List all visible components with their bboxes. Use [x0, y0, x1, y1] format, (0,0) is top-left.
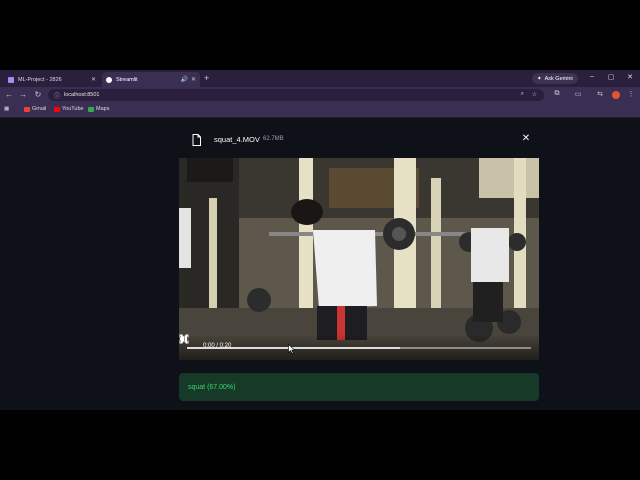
video-dialog: squat_4.MOV 62.7MB ✕ 0:00 / 0:20 squat (…	[170, 121, 548, 410]
tab-title: Streamlit	[116, 76, 138, 83]
video-player[interactable]: 0:00 / 0:20	[179, 158, 539, 360]
close-tab-icon[interactable]: ✕	[91, 76, 96, 83]
maximize-icon[interactable]: ▢	[606, 73, 616, 81]
maps-icon	[88, 106, 94, 112]
page-content: squat_4.MOV 62.7MB ✕ 0:00 / 0:20 squat (…	[0, 119, 640, 410]
reload-icon[interactable]: ↻	[33, 90, 43, 100]
ask-gemini-label: Ask Gemini	[544, 75, 573, 82]
streamlit-favicon-icon	[106, 76, 112, 83]
bookmark-maps[interactable]: Maps	[88, 106, 109, 112]
forward-icon[interactable]: →	[18, 90, 28, 100]
tab-ml-project[interactable]: ML-Project - 2826 ✕	[4, 72, 100, 87]
cast-icon[interactable]: ▭	[573, 90, 583, 98]
video-frame	[179, 158, 539, 360]
bookmark-label: YouTube	[62, 106, 84, 112]
file-icon	[192, 134, 201, 146]
extensions-icon[interactable]: ⧉	[552, 90, 562, 98]
new-tab-button[interactable]: +	[204, 73, 209, 83]
url-text: localhost:8501	[64, 92, 100, 98]
file-name: squat_4.MOV	[214, 135, 260, 144]
close-dialog-button[interactable]: ✕	[520, 133, 532, 144]
bookmark-star-icon[interactable]: ☆	[532, 91, 537, 98]
profile-switch-icon[interactable]: ⇆	[595, 90, 605, 98]
browser-window: ML-Project - 2826 ✕ Streamlit 🔊 ✕ + ✦ As…	[0, 70, 640, 410]
ask-gemini-button[interactable]: ✦ Ask Gemini	[532, 73, 578, 84]
tab-strip: ML-Project - 2826 ✕ Streamlit 🔊 ✕ + ✦ As…	[0, 70, 640, 87]
address-bar[interactable]: ⓘ localhost:8501 ⌕ ☆	[48, 89, 544, 101]
site-info-icon[interactable]: ⓘ	[54, 91, 60, 100]
zoom-icon[interactable]: ⌕	[521, 91, 524, 98]
progress-bar[interactable]	[187, 347, 531, 349]
bookmarks-bar: ▦ Gmail YouTube Maps	[0, 103, 640, 118]
mouse-cursor-icon	[288, 344, 296, 354]
screen: ML-Project - 2826 ✕ Streamlit 🔊 ✕ + ✦ As…	[0, 0, 640, 480]
tab-streamlit[interactable]: Streamlit 🔊 ✕	[102, 72, 200, 87]
apps-grid-icon[interactable]: ▦	[4, 106, 9, 112]
avatar[interactable]	[612, 91, 620, 99]
close-window-icon[interactable]: ✕	[625, 73, 635, 81]
prediction-result: squat (67.00%)	[179, 373, 539, 401]
gemini-icon: ✦	[537, 75, 542, 82]
more-options-icon[interactable]	[179, 334, 185, 344]
bookmark-youtube[interactable]: YouTube	[54, 106, 84, 112]
back-icon[interactable]: ←	[4, 90, 14, 100]
bookmark-gmail[interactable]: Gmail	[24, 106, 46, 112]
bookmark-label: Maps	[96, 106, 110, 112]
file-size: 62.7MB	[263, 136, 284, 142]
tab-title: ML-Project - 2826	[18, 76, 62, 83]
speaker-icon[interactable]: 🔊	[180, 76, 187, 83]
prediction-text: squat (67.00%)	[188, 383, 236, 391]
tab-favicon-icon	[8, 76, 14, 83]
toolbar: ← → ↻ ⓘ localhost:8501 ⌕ ☆ ⧉ ▭ ⇆ ⋮	[0, 87, 640, 103]
close-tab-icon[interactable]: ✕	[191, 76, 196, 83]
more-menu-icon[interactable]: ⋮	[626, 90, 636, 98]
bookmark-label: Gmail	[32, 106, 47, 112]
youtube-icon	[54, 106, 60, 112]
gmail-icon	[24, 106, 30, 112]
minimize-icon[interactable]: –	[587, 73, 597, 80]
